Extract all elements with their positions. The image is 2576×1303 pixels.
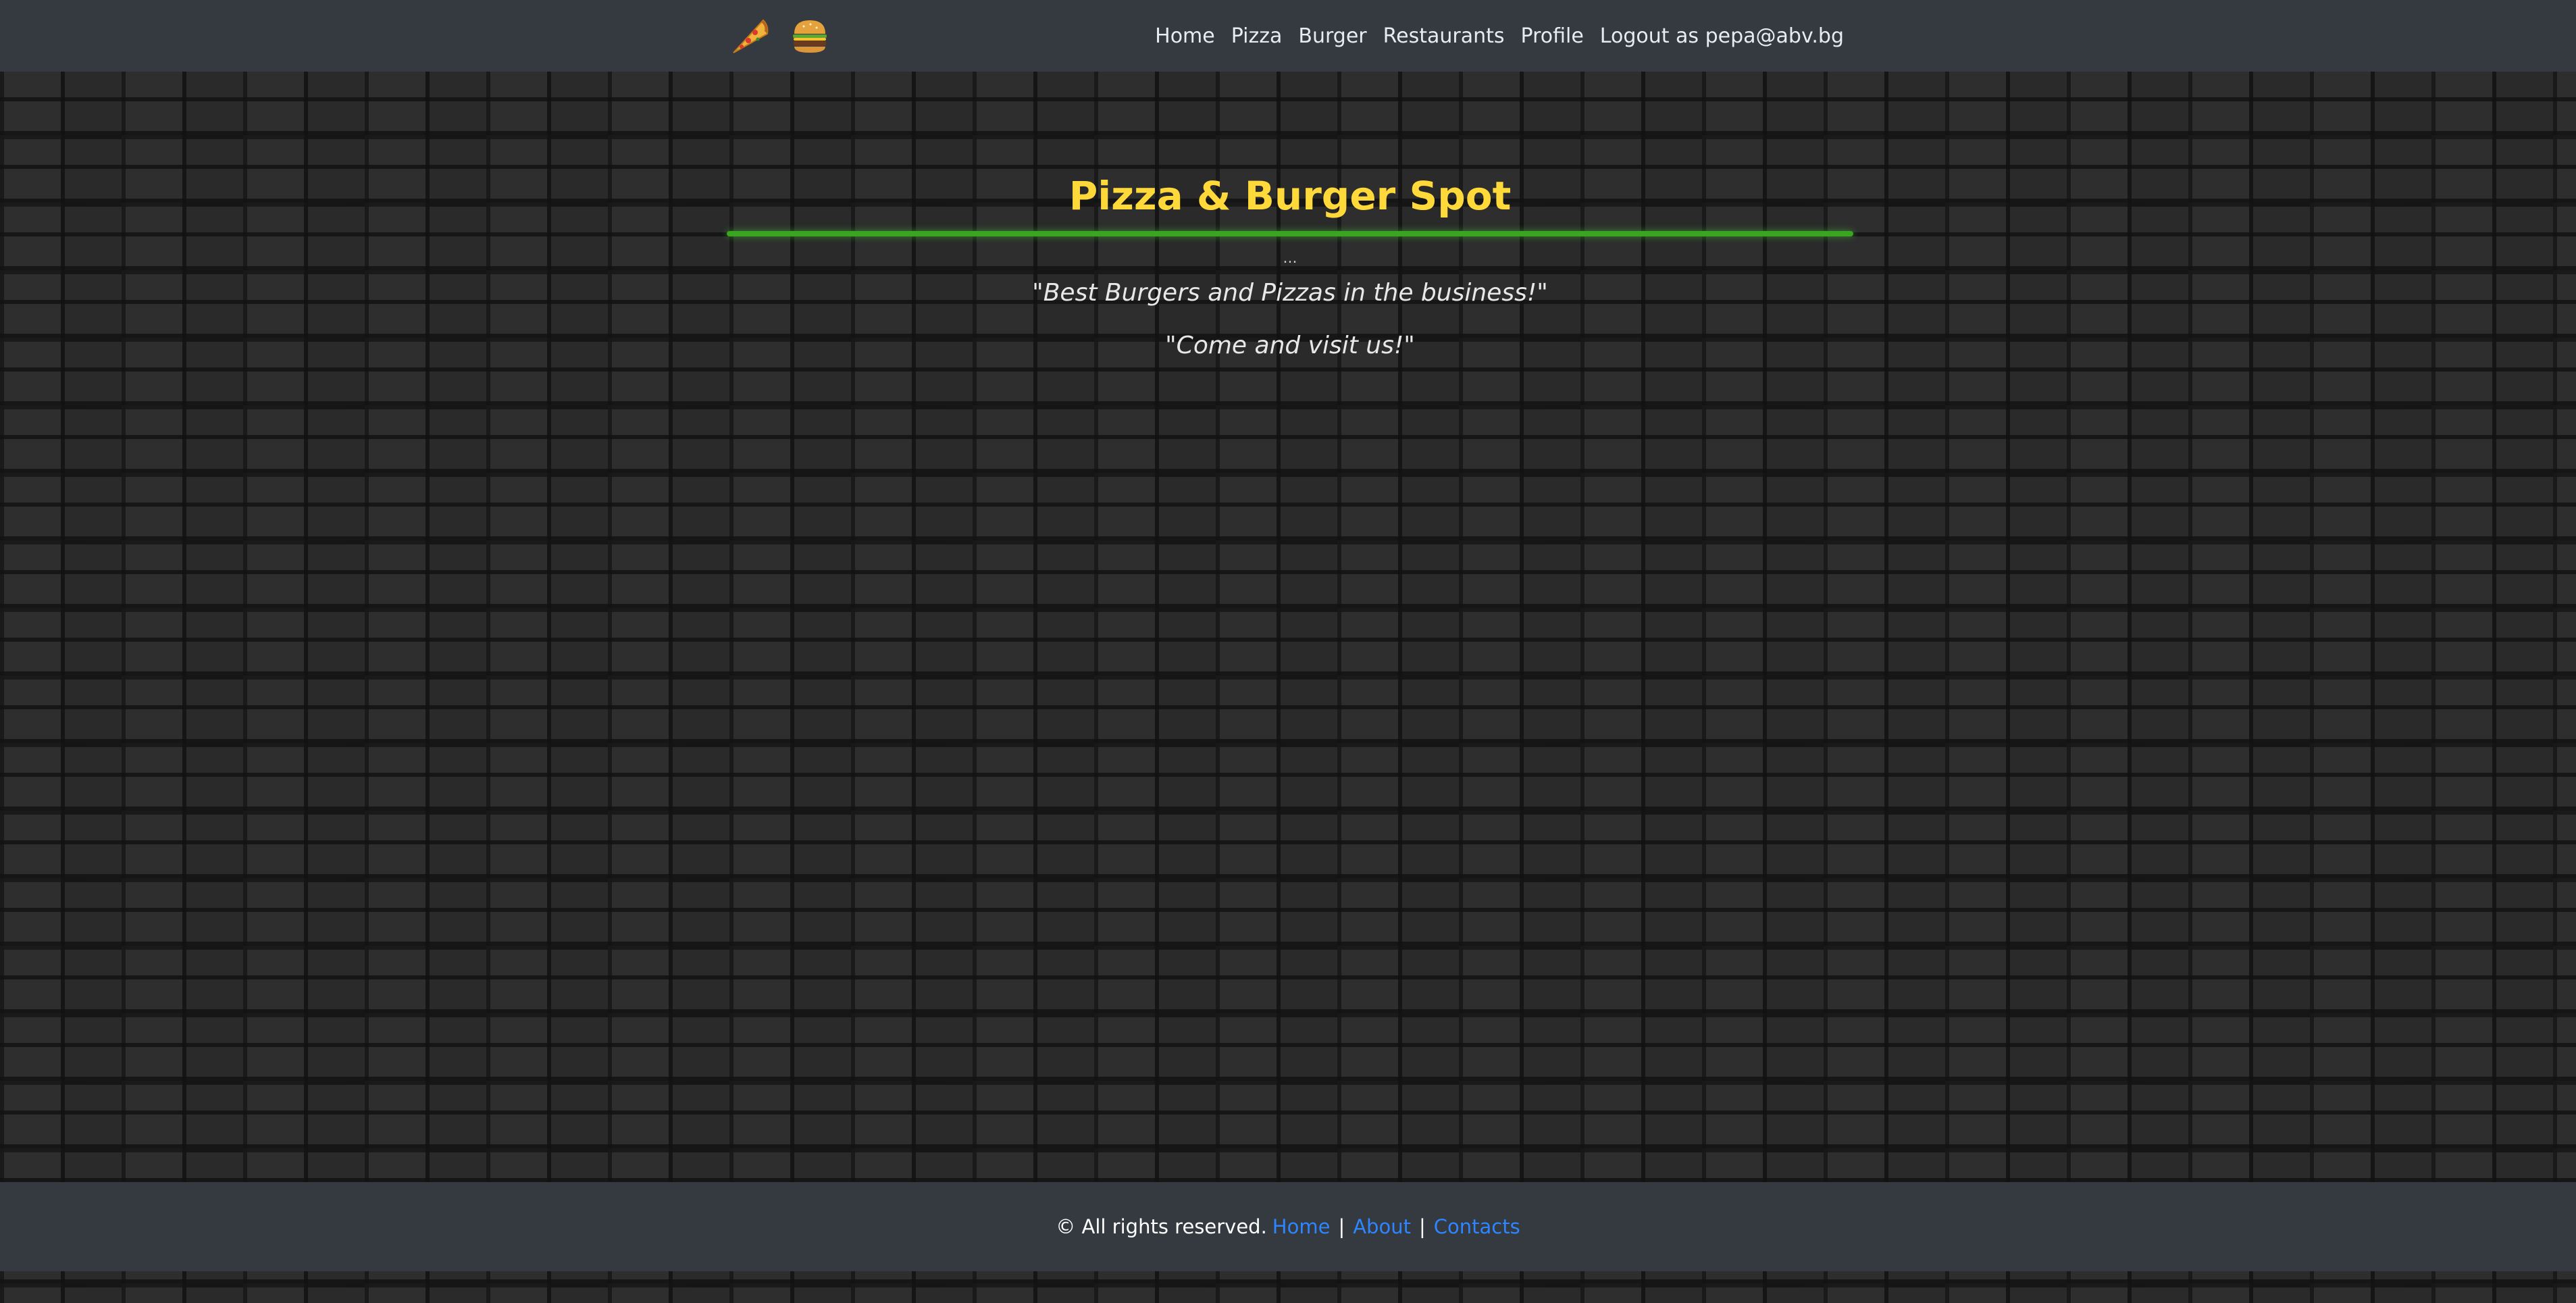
navbar-container: Home Pizza Burger Restaurants Profile Lo… bbox=[729, 0, 1851, 72]
nav-link-burger[interactable]: Burger bbox=[1298, 24, 1366, 48]
tagline-visit: "Come and visit us!" bbox=[1165, 332, 1415, 359]
footer-separator: | bbox=[1338, 1215, 1345, 1238]
page-title: Pizza & Burger Spot bbox=[1068, 173, 1512, 219]
footer-separator: | bbox=[1418, 1215, 1426, 1238]
copyright-text: © All rights reserved. bbox=[1056, 1215, 1267, 1238]
nav-link-home[interactable]: Home bbox=[1155, 24, 1215, 48]
nav-link-logout[interactable]: Logout as pepa@abv.bg bbox=[1600, 24, 1844, 48]
tagline-best: "Best Burgers and Pizzas in the business… bbox=[1032, 279, 1548, 307]
footer-link-home[interactable]: Home bbox=[1272, 1215, 1331, 1238]
footer: © All rights reserved. Home | About | Co… bbox=[0, 1182, 2576, 1271]
nav-link-profile[interactable]: Profile bbox=[1521, 24, 1584, 48]
footer-link-contacts[interactable]: Contacts bbox=[1434, 1215, 1520, 1238]
nav-links: Home Pizza Burger Restaurants Profile Lo… bbox=[1155, 0, 1844, 72]
nav-link-pizza[interactable]: Pizza bbox=[1231, 24, 1283, 48]
footer-link-about[interactable]: About bbox=[1353, 1215, 1411, 1238]
burger-icon[interactable] bbox=[789, 15, 831, 57]
ellipsis-text: ... bbox=[1283, 250, 1297, 267]
main-content: Pizza & Burger Spot ... "Best Burgers an… bbox=[727, 169, 1853, 362]
title-divider bbox=[727, 231, 1853, 236]
nav-link-restaurants[interactable]: Restaurants bbox=[1383, 24, 1505, 48]
pizza-slice-icon[interactable] bbox=[729, 15, 771, 57]
navbar: Home Pizza Burger Restaurants Profile Lo… bbox=[0, 0, 2576, 72]
